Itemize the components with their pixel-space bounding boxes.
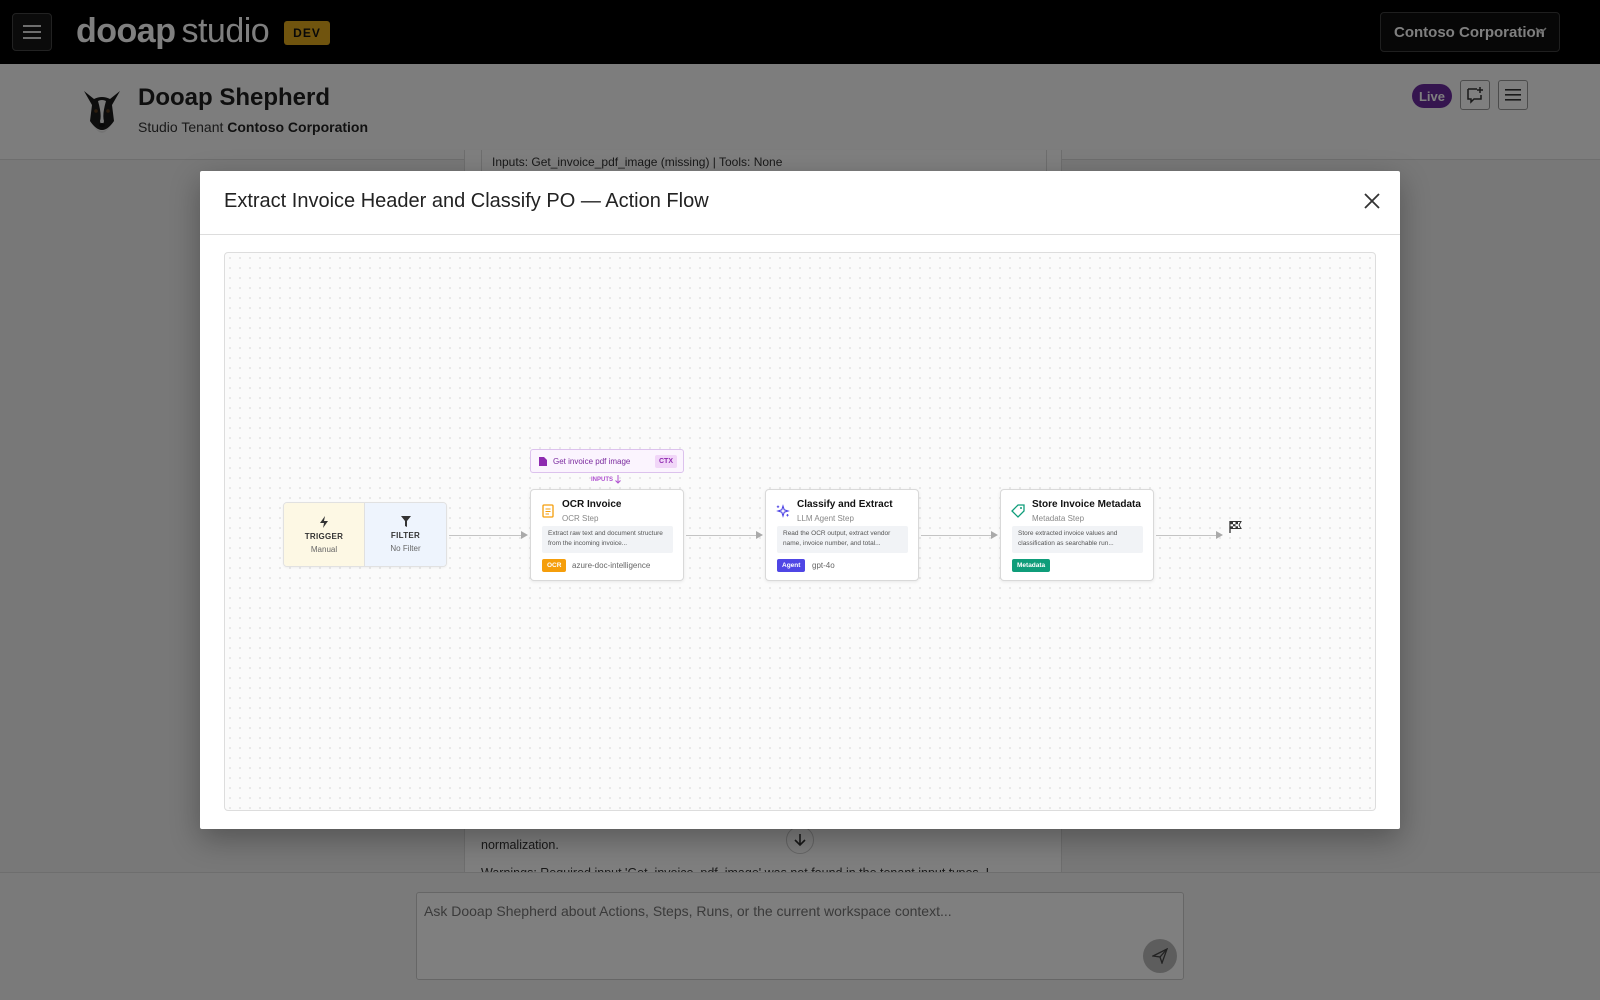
step-model: gpt-4o <box>812 561 835 570</box>
inputs-label-text: INPUTS <box>591 477 614 484</box>
document-icon <box>542 504 554 518</box>
lightning-icon <box>320 515 328 528</box>
step-node-classify-extract[interactable]: Classify and Extract LLM Agent Step Read… <box>765 489 919 581</box>
connector-arrow <box>521 531 528 539</box>
step-type: Metadata Step <box>1032 514 1085 523</box>
context-input-chip[interactable]: Get invoice pdf image CTX <box>530 449 684 473</box>
step-description: Extract raw text and document structure … <box>542 526 673 553</box>
step-type: LLM Agent Step <box>797 514 854 523</box>
trigger-value: Manual <box>310 544 338 554</box>
filter-cell[interactable]: FILTER No Filter <box>365 503 446 566</box>
step-node-ocr-invoice[interactable]: OCR Invoice OCR Step Extract raw text an… <box>530 489 684 581</box>
filter-icon <box>400 516 411 527</box>
connector-line <box>686 535 756 536</box>
connector-line <box>449 535 521 536</box>
step-type: OCR Step <box>562 514 599 523</box>
step-node-store-metadata[interactable]: Store Invoice Metadata Metadata Step Sto… <box>1000 489 1154 581</box>
connector-arrow <box>1216 531 1223 539</box>
step-title: Store Invoice Metadata <box>1032 499 1141 510</box>
modal-title: Extract Invoice Header and Classify PO —… <box>224 190 709 212</box>
connector-line <box>1156 535 1216 536</box>
modal-close-button[interactable] <box>1358 187 1386 215</box>
connector-arrow <box>756 531 763 539</box>
trigger-cell[interactable]: TRIGGER Manual <box>284 503 365 566</box>
step-title: Classify and Extract <box>797 499 893 510</box>
tag-icon <box>1011 504 1025 518</box>
inputs-connector-label: INPUTS <box>591 475 621 484</box>
step-model: azure-doc-intelligence <box>572 561 651 570</box>
trigger-label: TRIGGER <box>304 531 344 541</box>
action-flow-modal: Extract Invoice Header and Classify PO —… <box>200 171 1400 829</box>
file-icon <box>539 456 547 466</box>
connector-arrow <box>991 531 998 539</box>
step-title: OCR Invoice <box>562 499 622 510</box>
filter-label: FILTER <box>390 531 421 540</box>
flow-canvas[interactable]: TRIGGER Manual FILTER No Filter Get invo… <box>224 252 1376 811</box>
step-tag: OCR <box>542 559 567 572</box>
step-description: Read the OCR output, extract vendor name… <box>777 526 908 553</box>
filter-value: No Filter <box>390 544 421 553</box>
connector-line <box>921 535 991 536</box>
step-tag: Metadata <box>1012 559 1051 572</box>
sparkle-icon <box>776 504 790 518</box>
step-description: Store extracted invoice values and class… <box>1012 526 1143 553</box>
finish-flag-icon <box>1229 521 1242 533</box>
arrow-down-icon <box>614 475 621 484</box>
step-tag: Agent <box>777 559 806 572</box>
ctx-badge: CTX <box>655 455 677 468</box>
close-icon <box>1364 193 1380 209</box>
trigger-filter-node[interactable]: TRIGGER Manual FILTER No Filter <box>283 502 447 567</box>
modal-header: Extract Invoice Header and Classify PO —… <box>200 171 1400 235</box>
context-input-label: Get invoice pdf image <box>553 456 631 466</box>
